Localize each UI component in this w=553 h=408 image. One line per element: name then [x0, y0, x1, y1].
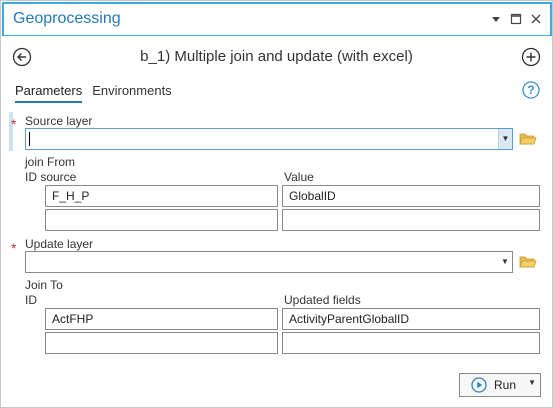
updated-fields-cell-1[interactable]: ActivityParentGlobalID [282, 308, 540, 330]
id-cell-1[interactable]: ActFHP [45, 308, 278, 330]
value-header: Value [284, 170, 314, 184]
source-layer-label: Source layer [25, 114, 93, 128]
play-icon [471, 377, 487, 393]
help-icon[interactable]: ? [522, 81, 540, 99]
run-label: Run [494, 378, 517, 392]
run-button[interactable]: Run ▼ [459, 373, 541, 397]
value-cell-1[interactable]: GlobalID [282, 185, 540, 207]
title-bar: Geoprocessing [2, 2, 552, 36]
tool-title: b_1) Multiple join and update (with exce… [140, 48, 413, 65]
close-icon[interactable] [530, 12, 542, 26]
title-bar-controls [490, 12, 542, 26]
join-to-label: Join To [25, 278, 63, 292]
folder-icon[interactable] [519, 131, 537, 147]
update-layer-label: Update layer [25, 237, 94, 251]
id-source-cell-1[interactable]: F_H_P [45, 185, 278, 207]
source-layer-input[interactable]: ▼ [25, 128, 513, 150]
back-arrow-icon[interactable] [12, 47, 32, 67]
chevron-down-icon[interactable]: ▼ [498, 252, 512, 272]
chevron-down-icon[interactable]: ▼ [528, 378, 536, 387]
tab-parameters[interactable]: Parameters [15, 83, 83, 103]
add-plus-icon[interactable] [521, 47, 541, 67]
svg-text:?: ? [527, 83, 534, 97]
join-from-label: join From [25, 155, 76, 169]
maximize-icon[interactable] [510, 12, 522, 26]
update-layer-input[interactable]: ▼ [25, 251, 513, 273]
id-header: ID [25, 293, 37, 307]
id-source-header: ID source [25, 170, 77, 184]
pane-title: Geoprocessing [13, 10, 121, 27]
value-cell-2[interactable] [282, 209, 540, 231]
required-star-icon: * [11, 116, 17, 132]
updated-fields-cell-2[interactable] [282, 332, 540, 354]
text-caret [29, 132, 30, 146]
tab-environments[interactable]: Environments [92, 83, 171, 103]
updated-fields-header: Updated fields [284, 293, 361, 307]
geoprocessing-pane: Geoprocessing b_1) Multiple join and upd… [0, 0, 553, 408]
id-cell-2[interactable] [45, 332, 278, 354]
tab-strip: Parameters Environments [15, 83, 172, 103]
required-star-icon: * [11, 240, 17, 256]
id-source-cell-2[interactable] [45, 209, 278, 231]
pin-icon[interactable] [490, 12, 502, 26]
chevron-down-icon[interactable]: ▼ [498, 129, 512, 149]
folder-icon[interactable] [519, 254, 537, 270]
